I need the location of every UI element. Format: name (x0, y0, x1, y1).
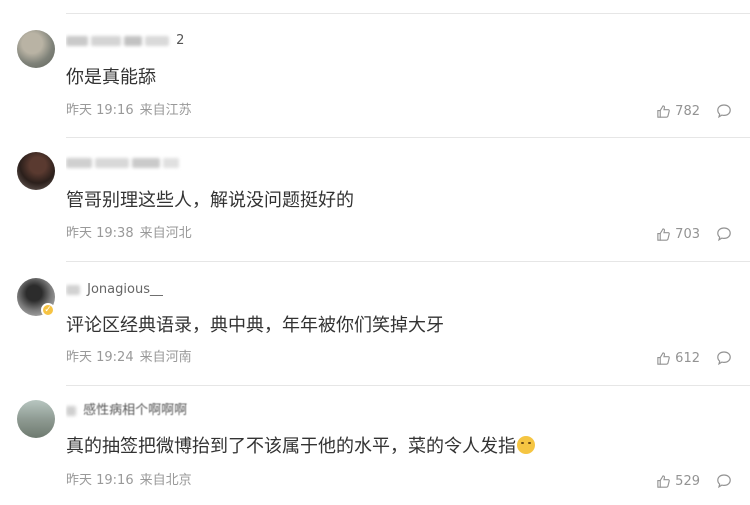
comment-text: 评论区经典语录，典中典，年年被你们笑掉大牙 (66, 315, 444, 336)
comment-location: 来自北京 (139, 473, 192, 488)
comment-time: 昨天 19:16 (66, 473, 134, 488)
avatar[interactable] (17, 400, 55, 438)
thumbs-up-icon (657, 474, 670, 488)
username[interactable]: 感性病相个啊啊啊 (66, 403, 187, 419)
comment-bubble-icon (717, 474, 731, 489)
comment-location: 来自江苏 (139, 103, 192, 118)
thumbs-up-icon (657, 227, 670, 241)
avatar[interactable] (17, 152, 55, 190)
comment-actions: 529 (656, 472, 732, 490)
comment-text: 你是真能舔 (66, 67, 156, 88)
comment-text: 真的抽签把微博抬到了不该属于他的水平，菜的令人发指 (66, 434, 535, 460)
comment-location: 来自河南 (139, 350, 192, 365)
comment-time: 昨天 19:24 (66, 350, 134, 365)
comment-text-body: 真的抽签把微博抬到了不该属于他的水平，菜的令人发指 (66, 436, 516, 457)
like-button[interactable]: 529 (656, 474, 700, 489)
like-button[interactable]: 782 (656, 104, 700, 119)
comment-meta: 昨天 19:24 来自河南 (66, 350, 192, 366)
comment-bubble-icon (717, 227, 731, 242)
comment-meta: 昨天 19:16 来自北京 (66, 473, 192, 489)
comment-bubble-icon (717, 351, 731, 366)
like-button[interactable]: 703 (656, 227, 700, 242)
emoji-icon (517, 436, 535, 454)
comment-time: 昨天 19:16 (66, 103, 134, 118)
comment-item: ✓ Jonagious__ 评论区经典语录，典中典，年年被你们笑掉大牙 昨天 1… (0, 262, 750, 386)
like-button[interactable]: 612 (656, 351, 700, 366)
comment-item: 感性病相个啊啊啊 真的抽签把微博抬到了不该属于他的水平，菜的令人发指 昨天 19… (0, 386, 750, 505)
comment-item: 管哥别理这些人，解说没问题挺好的 昨天 19:38 来自河北 703 (0, 138, 750, 262)
comment-meta: 昨天 19:38 来自河北 (66, 226, 192, 242)
comment-item: 2 你是真能舔 昨天 19:16 来自江苏 782 (0, 14, 750, 138)
verified-badge: ✓ (41, 303, 55, 317)
username[interactable]: 2 (66, 33, 184, 49)
comment-time: 昨天 19:38 (66, 226, 134, 241)
username-visible-part: 2 (176, 33, 185, 48)
comment-actions: 703 (656, 225, 732, 243)
reply-button[interactable] (716, 103, 732, 119)
username-visible-part: 感性病相个啊啊啊 (83, 403, 188, 418)
like-count: 529 (675, 473, 700, 489)
thumbs-up-icon (657, 104, 670, 118)
reply-button[interactable] (716, 473, 732, 489)
comment-text: 管哥别理这些人，解说没问题挺好的 (66, 190, 354, 211)
username[interactable] (66, 155, 182, 171)
username-visible-part: Jonagious__ (87, 282, 163, 297)
comment-actions: 612 (656, 349, 732, 367)
like-count: 612 (675, 350, 700, 366)
comment-bubble-icon (717, 104, 731, 119)
like-count: 782 (675, 103, 700, 119)
avatar[interactable] (17, 30, 55, 68)
username[interactable]: Jonagious__ (66, 282, 163, 298)
reply-button[interactable] (716, 350, 732, 366)
like-count: 703 (675, 226, 700, 242)
comment-actions: 782 (656, 102, 732, 120)
comment-location: 来自河北 (139, 226, 192, 241)
thumbs-up-icon (657, 351, 670, 365)
reply-button[interactable] (716, 226, 732, 242)
comment-meta: 昨天 19:16 来自江苏 (66, 103, 192, 119)
